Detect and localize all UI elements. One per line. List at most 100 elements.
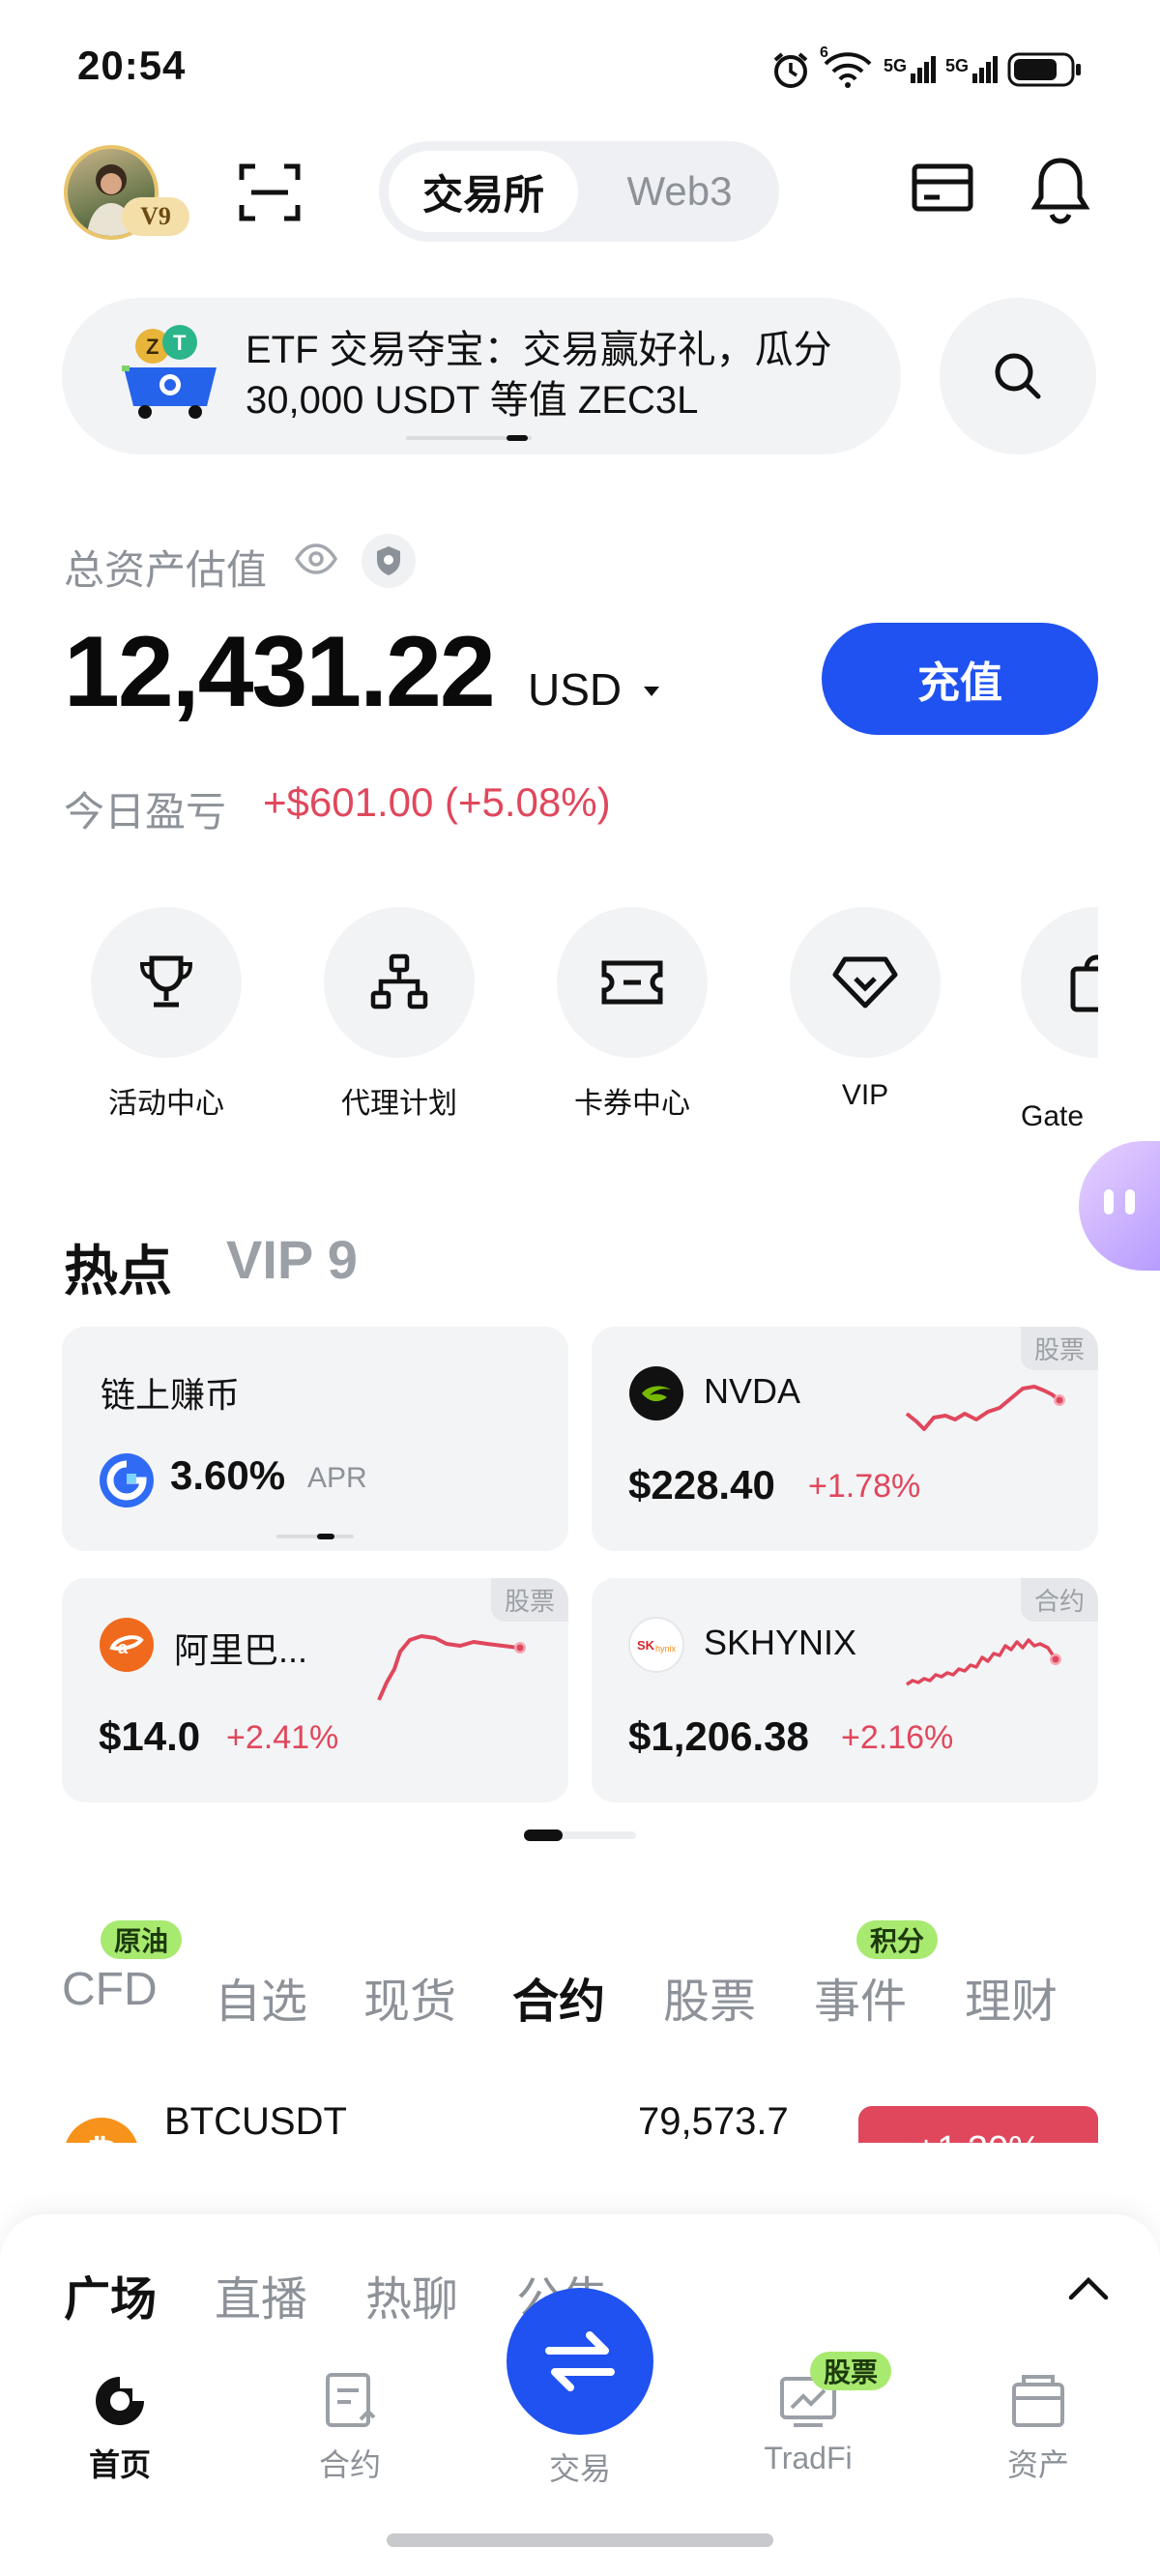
hot-tile-skhynix[interactable]: 合约 SK hynix SKHYNIX $1,206.38 +2.16% — [592, 1578, 1098, 1802]
tile-sparkline — [377, 1634, 526, 1701]
shield-icon[interactable] — [362, 534, 416, 588]
quick-action-vip[interactable]: VIP — [788, 907, 942, 1112]
quick-action-affiliate[interactable]: 代理计划 — [322, 907, 477, 1122]
tab-watchlist[interactable]: 自选 — [215, 1963, 307, 2031]
banner-pagination — [406, 435, 532, 441]
quick-action-coupons[interactable]: 卡券中心 — [555, 907, 710, 1122]
wallet-icon — [1012, 2375, 1064, 2427]
row-change-badge: +1.30% — [858, 2106, 1098, 2143]
nav-trade-label: 交易 — [548, 2451, 611, 2486]
tile-change: +2.16% — [841, 1719, 954, 1756]
tab-finance[interactable]: 理财 — [965, 1963, 1058, 2031]
wifi-badge: 6 — [819, 44, 828, 61]
tile-name: SKHYNIX — [704, 1623, 857, 1662]
hot-tile-alibaba[interactable]: 股票 a 阿里巴... $14.0 +2.41% — [62, 1578, 568, 1802]
nav-futures-label: 合约 — [318, 2447, 381, 2482]
today-pnl-value: +$601.00 (+5.08%) — [263, 779, 611, 825]
tile-sparkline — [906, 1638, 1061, 1686]
card-icon — [912, 163, 973, 212]
row-symbol: BTCUSDT — [164, 2100, 347, 2143]
diamond-icon — [832, 956, 898, 1009]
tab-cfd[interactable]: CFD — [62, 1963, 158, 2016]
nav-futures[interactable]: 合约 — [282, 2371, 418, 2485]
hot-pagination — [524, 1830, 636, 1841]
wifi-icon: 6 — [820, 44, 874, 89]
tile-name: 阿里巴... — [174, 1630, 308, 1670]
nav-assets-label: 资产 — [1006, 2447, 1069, 2482]
card-button[interactable] — [911, 159, 978, 226]
hot-section-title[interactable]: 热点 — [64, 1228, 172, 1306]
total-assets-label: 总资产估值 — [64, 547, 268, 593]
home-logo-icon — [96, 2377, 144, 2425]
total-balance: 12,431.22 — [64, 616, 496, 728]
tile-tag: 股票 — [1020, 1327, 1098, 1370]
quick-action-label: 卡券中心 — [574, 1088, 690, 1120]
tile-pagination — [276, 1534, 354, 1539]
bitcoin-icon: ₿ — [64, 2118, 139, 2143]
ticket-icon — [601, 960, 663, 1005]
quick-action-label: Gate — [1021, 1100, 1085, 1131]
trade-button[interactable] — [507, 2288, 653, 2435]
search-button[interactable] — [940, 298, 1096, 454]
notification-button[interactable] — [1030, 155, 1098, 228]
vip-section-title[interactable]: VIP 9 — [226, 1228, 358, 1291]
quick-action-label: VIP — [841, 1079, 889, 1111]
futures-doc-icon — [326, 2373, 376, 2427]
svg-text:Z: Z — [146, 335, 159, 359]
tab-web3[interactable]: Web3 — [590, 151, 769, 232]
today-pnl-label: 今日盈亏 — [64, 789, 227, 834]
tab-stocks[interactable]: 股票 — [663, 1963, 756, 2031]
svg-text:T: T — [173, 331, 187, 355]
tile-price: $228.40 — [628, 1462, 775, 1508]
status-icons: 6 5G 5G — [769, 44, 1083, 91]
ai-assistant-bubble[interactable] — [1079, 1141, 1160, 1271]
cfd-badge: 原油 — [101, 1920, 183, 1959]
alibaba-logo-icon: a — [100, 1618, 154, 1672]
quick-action-gate[interactable]: Gate — [1021, 899, 1098, 1131]
tile-price: $1,206.38 — [628, 1713, 809, 1759]
trophy-icon — [139, 955, 193, 1008]
scan-icon — [239, 163, 301, 221]
svg-text:SK: SK — [637, 1638, 655, 1653]
tile-tag: 合约 — [1020, 1578, 1098, 1622]
tab-futures[interactable]: 合约 — [512, 1963, 605, 2031]
feed-tab-square[interactable]: 广场 — [64, 2261, 157, 2328]
deposit-button[interactable]: 充值 — [822, 623, 1098, 735]
bag-icon — [1070, 954, 1098, 1012]
skhynix-logo-icon: SK hynix — [628, 1617, 684, 1673]
nvidia-logo-icon — [629, 1366, 683, 1420]
tab-events[interactable]: 事件 — [814, 1963, 907, 2031]
nav-home[interactable]: 首页 — [52, 2371, 188, 2485]
tile-change: +2.41% — [226, 1719, 339, 1756]
home-indicator[interactable] — [387, 2533, 773, 2547]
scan-button[interactable] — [236, 159, 304, 226]
caret-down-icon[interactable] — [642, 685, 661, 698]
org-chart-icon — [370, 953, 428, 1010]
tile-apr-unit: APR — [307, 1462, 367, 1494]
nav-assets[interactable]: 资产 — [971, 2371, 1106, 2485]
eye-icon[interactable] — [294, 542, 338, 576]
swap-arrows-icon — [545, 2331, 615, 2391]
hot-tile-earn[interactable]: 链上赚币 3.60% APR — [62, 1327, 568, 1551]
hot-tile-nvda[interactable]: 股票 NVDA $228.40 +1.78% — [592, 1327, 1098, 1551]
currency-select[interactable]: USD — [528, 663, 622, 716]
tradfi-stock-badge: 股票 — [810, 2352, 892, 2390]
tile-change: +1.78% — [808, 1468, 921, 1505]
chevron-up-icon[interactable] — [1067, 2274, 1110, 2301]
tile-sparkline — [905, 1385, 1065, 1431]
nav-tradfi-label: TradFi — [764, 2441, 853, 2475]
tab-spot[interactable]: 现货 — [363, 1963, 456, 2031]
quick-action-activity[interactable]: 活动中心 — [89, 907, 244, 1122]
tile-name: NVDA — [704, 1371, 801, 1411]
svg-text:a: a — [118, 1638, 129, 1657]
quick-action-label: 活动中心 — [108, 1088, 224, 1120]
feed-tab-live[interactable]: 直播 — [215, 2261, 307, 2328]
quick-action-label: 代理计划 — [341, 1088, 457, 1120]
feed-tab-chat[interactable]: 热聊 — [365, 2261, 458, 2328]
market-row-btcusdt[interactable]: ₿ BTCUSDT 79,573.7 +1.30% — [0, 2089, 1160, 2143]
tab-exchange[interactable]: 交易所 — [389, 151, 578, 232]
tile-apr-value: 3.60% — [170, 1452, 286, 1498]
alarm-icon — [773, 52, 808, 88]
bell-icon — [1030, 158, 1090, 224]
tile-name: 链上赚币 — [101, 1375, 241, 1415]
